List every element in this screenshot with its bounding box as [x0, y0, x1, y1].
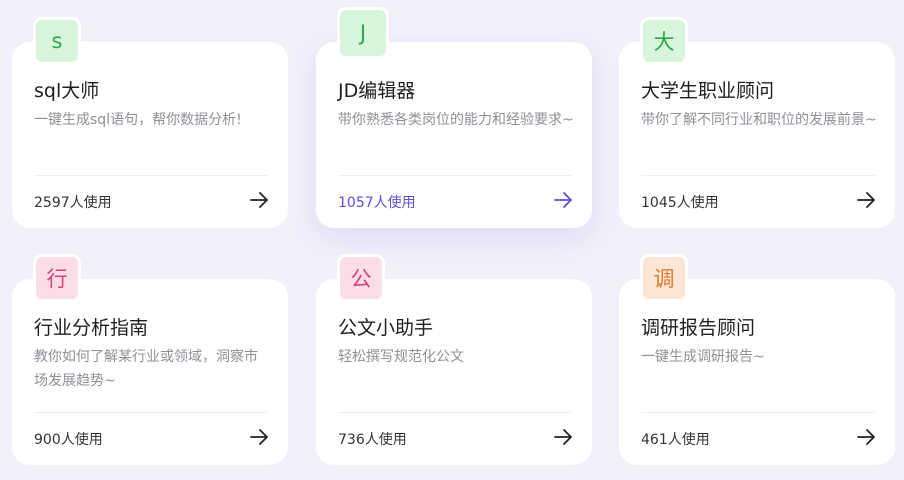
tool-title: 大学生职业顾问: [641, 80, 775, 102]
arrow-right-icon[interactable]: [248, 189, 270, 211]
tool-description: 带你了解不同行业和职位的发展前景~: [641, 112, 877, 128]
tool-icon-badge: 调: [640, 254, 688, 302]
card-divider: [338, 175, 572, 176]
tool-description: 教你如何了解某行业或领域，洞察市场发展趋势~: [34, 349, 258, 389]
tool-icon-letter: 行: [46, 267, 68, 291]
tool-icon-letter: J: [359, 21, 367, 45]
tool-card-career-advisor[interactable]: 大 大学生职业顾问 带你了解不同行业和职位的发展前景~ 1045人使用: [619, 17, 895, 228]
arrow-right-icon[interactable]: [552, 189, 574, 211]
tool-description: 一键生成sql语句，帮你数据分析!: [34, 112, 242, 128]
tool-title: sql大师: [34, 80, 100, 102]
usage-count: 1057人使用: [338, 195, 416, 211]
tool-title: 公文小助手: [338, 317, 434, 339]
tool-card-sql-master[interactable]: s sql大师 一键生成sql语句，帮你数据分析! 2597人使用: [12, 17, 288, 228]
tool-icon-letter: s: [51, 29, 63, 53]
card-divider: [641, 175, 875, 176]
tool-icon-letter: 大: [653, 30, 675, 54]
tool-description: 一键生成调研报告~: [641, 349, 765, 365]
tool-icon-letter: 调: [653, 267, 675, 291]
tool-card-jd-editor[interactable]: J JD编辑器 带你熟悉各类岗位的能力和经验要求~ 1057人使用: [316, 7, 592, 228]
tool-card-industry-analysis[interactable]: 行 行业分析指南 教你如何了解某行业或领域，洞察市场发展趋势~ 900人使用: [12, 254, 288, 465]
tool-card-document-assistant[interactable]: 公 公文小助手 轻松撰写规范化公文 736人使用: [316, 254, 592, 465]
tool-icon-badge: s: [33, 17, 81, 65]
card-divider: [641, 412, 875, 413]
tool-icon-badge: J: [337, 7, 389, 59]
usage-count: 2597人使用: [34, 195, 112, 211]
tool-icon-letter: 公: [350, 267, 372, 291]
tool-card-research-report[interactable]: 调 调研报告顾问 一键生成调研报告~ 461人使用: [619, 254, 895, 465]
card-divider: [34, 175, 268, 176]
card-divider: [338, 412, 572, 413]
usage-count: 1045人使用: [641, 195, 719, 211]
arrow-right-icon[interactable]: [552, 426, 574, 448]
tool-description: 轻松撰写规范化公文: [338, 349, 464, 365]
card-divider: [34, 412, 268, 413]
arrow-right-icon[interactable]: [855, 189, 877, 211]
arrow-right-icon[interactable]: [855, 426, 877, 448]
tool-icon-badge: 公: [337, 254, 385, 302]
usage-count: 900人使用: [34, 432, 103, 448]
tool-title: JD编辑器: [338, 80, 416, 102]
tool-icon-badge: 行: [33, 254, 81, 302]
tool-title: 行业分析指南: [34, 317, 149, 339]
usage-count: 461人使用: [641, 432, 710, 448]
usage-count: 736人使用: [338, 432, 407, 448]
tool-description: 带你熟悉各类岗位的能力和经验要求~: [338, 112, 574, 128]
tool-title: 调研报告顾问: [641, 317, 756, 339]
tool-icon-badge: 大: [640, 17, 688, 65]
arrow-right-icon[interactable]: [248, 426, 270, 448]
